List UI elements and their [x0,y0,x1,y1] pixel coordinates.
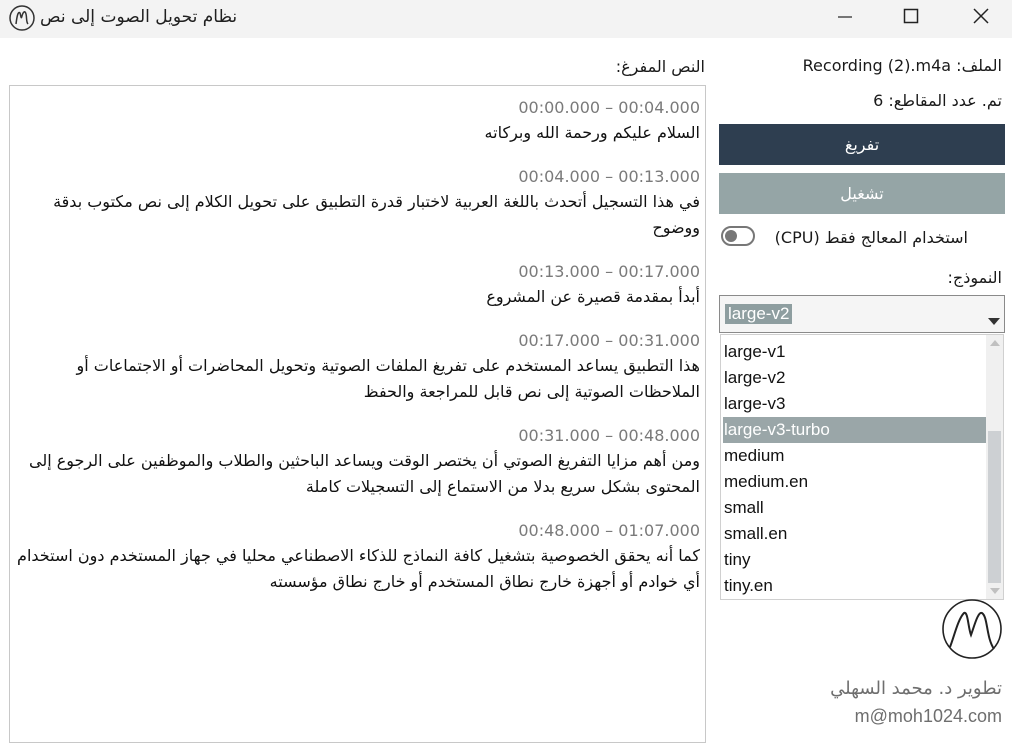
segment-text: هذا التطبيق يساعد المستخدم على تفريغ الم… [76,356,700,401]
scroll-up-arrow-icon[interactable] [990,340,1000,346]
model-option[interactable]: tiny.en [723,573,986,599]
model-option[interactable]: small [723,495,986,521]
minimize-button[interactable] [822,0,868,34]
model-selected-value: large-v2 [725,304,793,324]
transcript-label: النص المفرغ: [615,57,705,76]
segment-text: ومن أهم مزايا التفريغ الصوتي أن يختصر ال… [28,451,700,496]
model-option[interactable]: large-v1 [723,339,986,365]
model-select[interactable]: large-v2 [719,295,1005,333]
segment-timestamp: 00:31.000 – 00:48.000 [518,426,700,445]
close-button[interactable] [958,0,1004,34]
transcript-segment: 00:48.000 – 01:07.000 كما أنه يحقق الخصوص… [12,519,700,595]
transcript-segment: 00:31.000 – 00:48.000 ومن أهم مزايا التفر… [12,424,700,500]
window-title: نظام تحويل الصوت إلى نص [40,7,238,27]
cpu-only-label: استخدام المعالج فقط (CPU) [774,228,968,247]
scroll-down-arrow-icon[interactable] [990,588,1000,594]
toggle-knob [725,230,737,242]
close-icon [973,8,989,24]
model-option[interactable]: medium [723,443,986,469]
cpu-only-toggle[interactable] [721,226,755,246]
model-option[interactable]: large-v3 [723,391,986,417]
segment-timestamp: 00:13.000 – 00:17.000 [518,262,700,281]
minimize-icon [838,16,852,18]
segment-timestamp: 00:04.000 – 00:13.000 [518,167,700,186]
model-option[interactable]: tiny [723,547,986,573]
developer-email[interactable]: m@moh1024.com [855,706,1002,727]
model-option[interactable]: large-v2 [723,365,986,391]
developer-signature-logo-icon [942,599,1002,659]
segment-timestamp: 00:17.000 – 00:31.000 [518,331,700,350]
scroll-thumb[interactable] [988,431,1001,583]
transcript-segment: 00:04.000 – 00:13.000 في هذا التسجيل أتحد… [12,165,700,241]
dropdown-arrow-icon[interactable] [988,318,1000,325]
segment-timestamp: 00:48.000 – 01:07.000 [518,521,700,540]
segment-text: في هذا التسجيل أتحدث باللغة العربية لاخت… [53,192,700,237]
maximize-button[interactable] [888,0,934,34]
model-option[interactable]: large-v3-turbo [723,417,986,443]
dropdown-scrollbar[interactable] [986,335,1003,599]
model-label: النموذج: [947,268,1002,287]
model-dropdown-list[interactable]: large-v1 large-v2 large-v3 large-v3-turbo me… [720,334,1004,600]
m-signature-icon [9,5,35,31]
maximize-icon [903,8,919,24]
model-option[interactable]: small.en [723,521,986,547]
segment-timestamp: 00:00.000 – 00:04.000 [518,98,700,117]
transcript-segments: 00:00.000 – 00:04.000 السلام عليكم ورحمة … [12,96,700,614]
segment-text: السلام عليكم ورحمة الله وبركاته [484,123,700,142]
title-bar: نظام تحويل الصوت إلى نص [0,0,1012,38]
transcript-segment: 00:17.000 – 00:31.000 هذا التطبيق يساعد ا… [12,329,700,405]
model-option[interactable]: medium.en [723,469,986,495]
segment-text: أبدأ بمقدمة قصيرة عن المشروع [486,287,700,306]
transcribe-button[interactable]: تفريغ [719,124,1005,165]
developer-credit: تطوير د. محمد السهلي [830,678,1002,699]
transcript-segment: 00:13.000 – 00:17.000 أبدأ بمقدمة قصيرة ع… [12,260,700,310]
run-button[interactable]: تشغيل [719,173,1005,214]
transcript-segment: 00:00.000 – 00:04.000 السلام عليكم ورحمة … [12,96,700,146]
status-label: تم. عدد المقاطع: 6 [873,91,1002,110]
transcript-text-area[interactable]: 00:00.000 – 00:04.000 السلام عليكم ورحمة … [9,85,706,743]
segment-text: كما أنه يحقق الخصوصية بتشغيل كافة النماذ… [17,546,700,591]
file-name-label: الملف: Recording (2).m4a [802,56,1002,75]
